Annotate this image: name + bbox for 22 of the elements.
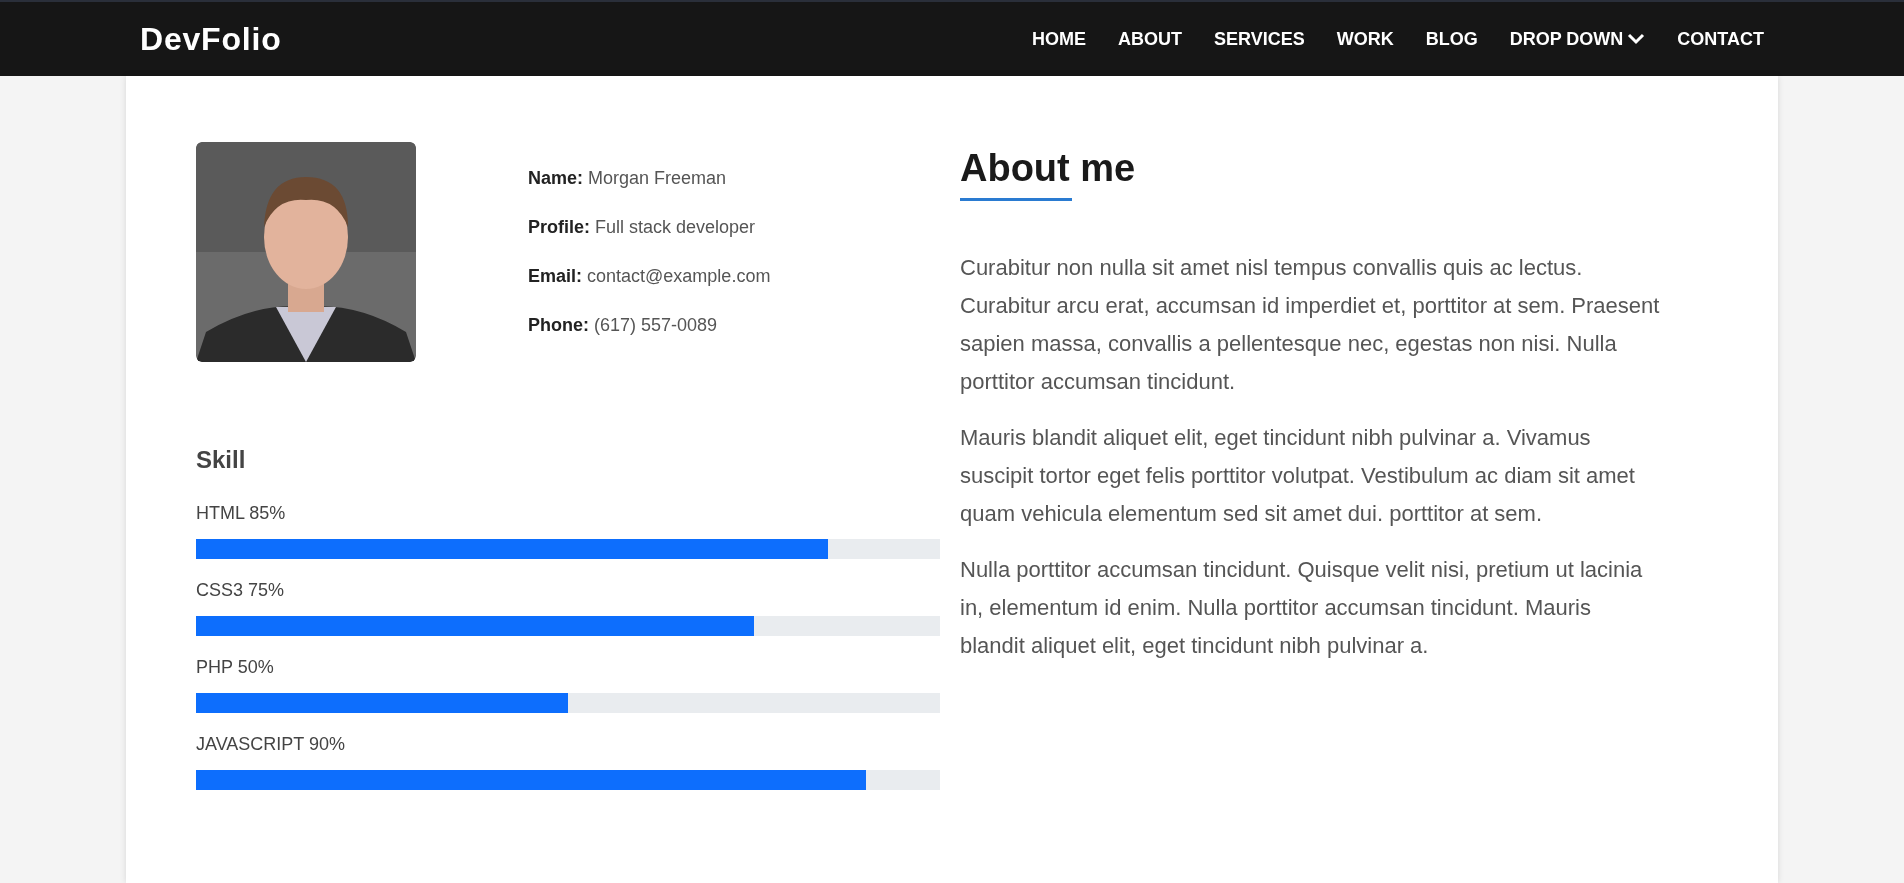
skill-label: PHP 50% <box>196 656 275 679</box>
nav-link[interactable]: ABOUT <box>1117 25 1182 53</box>
nav-link[interactable]: HOME <box>1031 25 1086 53</box>
nav-link[interactable]: CONTACT <box>1677 25 1764 53</box>
about-heading: About me <box>960 146 1136 191</box>
skill-heading: Skill <box>196 445 247 475</box>
about-paragraph: Mauris blandit aliquet elit, eget tincidunt nibh pulvinar a. Vivamus suscipit tortor eget felis porttitor volutpat. Vestibulum ac diam sit amet quam vehicula elementum sed sit amet dui. porttitor at sem. <box>960 424 1636 528</box>
nav-link[interactable]: BLOG <box>1425 25 1478 53</box>
logo[interactable]: DevFolio <box>140 15 282 63</box>
profile-detail: Email: contact@example.com <box>528 265 771 288</box>
nav-link[interactable]: WORK <box>1336 25 1394 53</box>
skill-label: CSS3 75% <box>196 579 286 602</box>
skill-label: JAVASCRIPT 90% <box>196 733 347 756</box>
profile-detail: Phone: (617) 557-0089 <box>528 314 719 337</box>
chevron-down-icon <box>1627 33 1646 45</box>
skill-label: HTML 85% <box>196 502 287 525</box>
about-paragraph: Curabitur non nulla sit amet nisl tempus convallis quis ac lectus. Curabitur arcu erat, accumsan id imperdiet et, porttitor at sem. Praesent sapien massa, convallis a pellentesque nec, egestas non nisi. Nulla porttitor accumsan tincidunt. <box>960 254 1660 396</box>
nav-dropdown[interactable]: DROP DOWN <box>1509 25 1646 53</box>
profile-detail: Name: Morgan Freeman <box>528 167 728 190</box>
about-paragraph: Nulla porttitor accumsan tincidunt. Quisque velit nisi, pretium ut lacinia in, elementum id enim. Nulla porttitor accumsan tincidunt. Mauris blandit aliquet elit, eget tincidunt nibh pulvinar a. <box>960 556 1644 660</box>
profile-detail: Profile: Full stack developer <box>528 216 757 239</box>
nav-link[interactable]: SERVICES <box>1213 25 1305 53</box>
